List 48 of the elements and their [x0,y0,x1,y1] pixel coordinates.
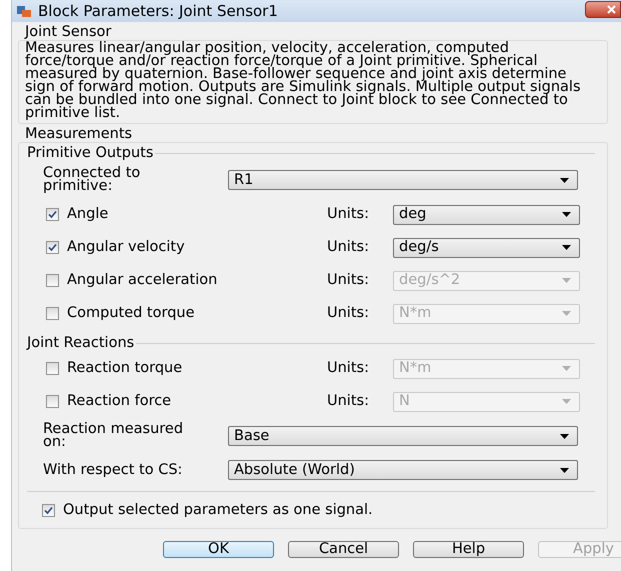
caret-icon [562,311,571,316]
section-title: Joint Sensor [25,24,112,40]
field-label: Reaction measured on: [43,423,184,449]
dialog-button[interactable]: Cancel [288,540,399,558]
description-text: Measures linear/angular position, velocity, acceleration, computed force/torque and/or reaction force/torque of a Joint primitive. Spherical measured by quaternion. Base-follower sequence and joint axis determine sign of forward motion. Outputs are Simulink signals. Multiple output signals can be bundled into one signal. Connect to Joint block to see Connected to primitive list. [25,42,582,120]
units-label: Units: [327,358,370,378]
field-label: With respect to CS: [43,464,184,476]
dropdown[interactable]: deg [393,204,580,224]
checkbox-label: Output selected parameters as one signal. [63,501,373,520]
dropdown[interactable]: Absolute (World) [228,460,578,480]
checkbox-label: Angular acceleration [67,270,218,290]
checkbox-label: Angular velocity [67,238,185,257]
group-title: Primitive Outputs [27,145,154,161]
caret-icon [562,278,571,283]
caret-icon [562,212,571,217]
group-title: Joint Reactions [27,335,134,351]
field-label: Connected to primitive: [43,167,142,193]
caret-icon [560,178,569,182]
check-icon [48,243,57,252]
units-label: Units: [327,270,370,290]
checkbox-label: Computed torque [67,304,195,323]
checkbox[interactable] [46,241,59,254]
units-label: Units: [327,238,370,257]
checkbox-label: Reaction force [67,392,172,411]
app-icon [16,4,32,18]
check-icon [48,210,57,219]
caret-icon [562,399,571,404]
check-icon [44,506,53,516]
caret-icon [560,434,569,438]
close-icon [607,5,616,14]
caret-icon [562,366,571,371]
checkbox[interactable] [46,208,59,221]
dropdown[interactable]: R1 [228,170,578,190]
units-label: Units: [327,304,370,323]
caret-icon [562,245,571,250]
window-title: Block Parameters: Joint Sensor1 [38,0,278,22]
dropdown[interactable]: deg/s [393,238,580,258]
units-label: Units: [327,204,370,224]
units-label: Units: [327,392,370,411]
checkbox-label: Reaction torque [67,358,182,378]
dropdown[interactable]: Base [228,426,578,446]
section-title: Measurements [25,126,134,142]
caret-icon [560,468,569,472]
checkbox[interactable] [42,504,55,518]
close-button[interactable] [585,1,621,18]
checkbox-label: Angle [67,204,108,224]
dialog-button[interactable]: Help [413,540,524,558]
dialog-button[interactable]: OK [163,540,274,558]
